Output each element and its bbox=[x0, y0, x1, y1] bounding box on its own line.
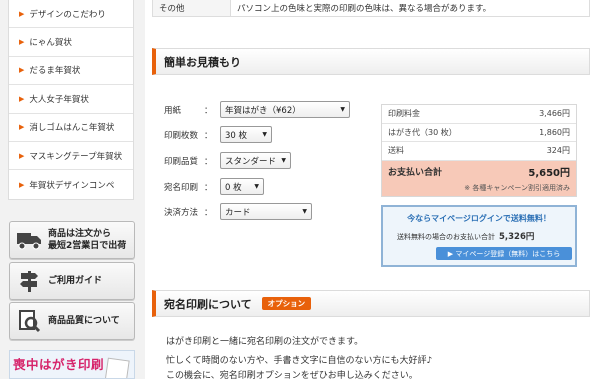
chevron-right-icon: ▶ bbox=[19, 38, 25, 47]
colon: ： bbox=[204, 207, 213, 218]
chevron-right-icon: ▶ bbox=[19, 66, 25, 75]
address-print-label: 宛名印刷 bbox=[164, 182, 199, 193]
sidebar-item-daruma[interactable]: ▶ だるま年賀状 bbox=[9, 57, 133, 86]
main-content: その他 パソコン上の色味と実際の印刷の色味は、異なる場合があります。 簡単お見積… bbox=[150, 0, 600, 379]
summary-label: 送料 bbox=[388, 146, 404, 156]
chevron-right-icon: ▶ bbox=[19, 9, 25, 18]
signpost-icon bbox=[14, 266, 44, 296]
quality-button[interactable]: 商品品質について bbox=[9, 302, 135, 340]
sidebar-item-label: だるま年賀状 bbox=[29, 66, 81, 77]
address-print-select[interactable]: 0 枚 ▼ bbox=[220, 178, 264, 195]
quantity-row: 印刷枚数 ： 30 枚 ▼ bbox=[164, 126, 272, 143]
quantity-label: 印刷枚数 bbox=[164, 130, 199, 141]
payment-select[interactable]: カード ▼ bbox=[220, 203, 312, 220]
chevron-right-icon: ▶ bbox=[19, 151, 25, 160]
summary-value: 1,860円 bbox=[539, 127, 570, 137]
promo-sub-label: 送料無料の場合のお支払い合計 bbox=[397, 233, 495, 241]
sidebar-item-label: にゃん賀状 bbox=[29, 38, 72, 49]
sidebar-item-label: マスキングテープ年賀状 bbox=[29, 151, 123, 162]
estimate-title: 簡単お見積もり bbox=[164, 55, 241, 69]
quality-value: スタンダード bbox=[225, 156, 277, 167]
colon: ： bbox=[204, 182, 213, 193]
summary-row-print: 印刷料金 3,466円 bbox=[382, 105, 576, 124]
paper-label: 用紙 bbox=[164, 105, 182, 116]
caret-down-icon: ▼ bbox=[254, 183, 259, 190]
total-label: お支払い合計 bbox=[388, 168, 443, 178]
paper-select[interactable]: 年賀はがき（¥62） ▼ bbox=[220, 101, 350, 118]
sidebar-item-design[interactable]: ▶ デザインのこだわり bbox=[9, 0, 133, 29]
spec-label: その他 bbox=[153, 0, 231, 16]
quality-label: 商品品質について bbox=[48, 316, 120, 326]
option-badge: オプション bbox=[261, 297, 312, 310]
summary-label: 印刷料金 bbox=[388, 109, 420, 119]
address-print-text-3: この機会に、宛名印刷オプションをぜひお申し込みください。 bbox=[166, 371, 418, 379]
paper-row: 用紙 ： 年賀はがき（¥62） ▼ bbox=[164, 101, 350, 118]
spec-value: パソコン上の色味と実際の印刷の色味は、異なる場合があります。 bbox=[237, 4, 492, 14]
mourning-card-banner[interactable]: 喪中はがき印刷 bbox=[9, 350, 135, 379]
chevron-right-icon: ▶ bbox=[19, 123, 25, 132]
address-print-value: 0 枚 bbox=[225, 182, 242, 193]
address-print-text-2: 忙しくて時間のない方や、手書き文字に自信のない方にも大好評♪ bbox=[166, 356, 433, 366]
estimate-heading: 簡単お見積もり bbox=[152, 48, 590, 75]
price-summary: 印刷料金 3,466円 はがき代（30 枚） 1,860円 送料 324円 お支… bbox=[381, 104, 577, 197]
sidebar-item-nyan[interactable]: ▶ にゃん賀状 bbox=[9, 28, 133, 57]
truck-icon bbox=[14, 225, 44, 255]
sidebar-item-label: 年賀状デザインコンペ bbox=[29, 180, 115, 191]
quantity-select[interactable]: 30 枚 ▼ bbox=[220, 126, 272, 143]
sidebar-item-label: デザインのこだわり bbox=[29, 9, 106, 20]
sidebar-item-label: 消しゴムはんこ年賀状 bbox=[29, 123, 115, 134]
sidebar-item-otona[interactable]: ▶ 大人女子年賀状 bbox=[9, 85, 133, 114]
chevron-right-icon: ▶ bbox=[19, 94, 25, 103]
sidebar: ▶ デザインのこだわり ▶ にゃん賀状 ▶ だるま年賀状 ▶ 大人女子年賀状 ▶ 消しゴム… bbox=[0, 0, 145, 379]
payment-row: 決済方法 ： カード ▼ bbox=[164, 203, 312, 220]
banner-text: 喪中はがき印刷 bbox=[13, 357, 105, 372]
promo-headline: 今ならマイページログインで送料無料！ bbox=[407, 214, 551, 223]
address-print-text-1: はがき印刷と一緒に宛名印刷の注文ができます。 bbox=[166, 337, 364, 347]
user-guide-label: ご利用ガイド bbox=[48, 276, 103, 286]
shipping-info-button[interactable]: 商品は注文から 最短2営業日で出荷 bbox=[9, 221, 135, 259]
mypage-register-button[interactable]: ▶ マイページ登録（無料）はこちら bbox=[436, 247, 572, 260]
spec-row-other: その他 パソコン上の色味と実際の印刷の色味は、異なる場合があります。 bbox=[152, 0, 590, 17]
postcard-image bbox=[104, 357, 130, 378]
sidebar-item-masking[interactable]: ▶ マスキングテープ年賀状 bbox=[9, 142, 133, 171]
caret-down-icon: ▼ bbox=[262, 131, 267, 138]
payment-value: カード bbox=[225, 207, 251, 218]
promo-sub: 送料無料の場合のお支払い合計 5,326円 bbox=[397, 230, 534, 242]
colon: ： bbox=[204, 130, 213, 141]
quantity-value: 30 枚 bbox=[225, 130, 248, 141]
address-print-title: 宛名印刷について bbox=[164, 297, 252, 311]
sidebar-item-compe[interactable]: ▶ 年賀状デザインコンペ bbox=[9, 170, 133, 198]
caret-down-icon: ▼ bbox=[340, 106, 345, 113]
summary-label: はがき代（30 枚） bbox=[388, 127, 457, 137]
caret-down-icon: ▼ bbox=[302, 208, 307, 215]
summary-value: 324円 bbox=[546, 146, 570, 156]
summary-row-shipping: 送料 324円 bbox=[382, 142, 576, 161]
address-print-row: 宛名印刷 ： 0 枚 ▼ bbox=[164, 178, 264, 195]
sidebar-item-label: 大人女子年賀状 bbox=[29, 94, 89, 105]
summary-row-postcard: はがき代（30 枚） 1,860円 bbox=[382, 124, 576, 142]
magnifier-icon bbox=[14, 306, 44, 336]
promo-sub-value: 5,326円 bbox=[499, 232, 535, 242]
colon: ： bbox=[204, 105, 213, 116]
payment-label: 決済方法 bbox=[164, 207, 199, 218]
address-print-heading: 宛名印刷について オプション bbox=[152, 290, 590, 317]
total-value: 5,650円 bbox=[528, 168, 570, 179]
user-guide-button[interactable]: ご利用ガイド bbox=[9, 262, 135, 300]
quality-row: 印刷品質 ： スタンダード ▼ bbox=[164, 152, 291, 169]
summary-total: お支払い合計 5,650円 bbox=[382, 160, 576, 183]
quality-select[interactable]: スタンダード ▼ bbox=[220, 152, 291, 169]
mypage-promo: 今ならマイページログインで送料無料！ 送料無料の場合のお支払い合計 5,326円 … bbox=[381, 205, 577, 267]
shipping-info-label: 商品は注文から 最短2営業日で出荷 bbox=[48, 229, 127, 251]
sidebar-item-hanko[interactable]: ▶ 消しゴムはんこ年賀状 bbox=[9, 114, 133, 142]
summary-value: 3,466円 bbox=[539, 109, 570, 119]
sidebar-menu: ▶ デザインのこだわり ▶ にゃん賀状 ▶ だるま年賀状 ▶ 大人女子年賀状 ▶ 消しゴム… bbox=[8, 0, 134, 200]
caret-down-icon: ▼ bbox=[281, 157, 286, 164]
chevron-right-icon: ▶ bbox=[19, 180, 25, 189]
quality-label: 印刷品質 bbox=[164, 156, 199, 167]
paper-value: 年賀はがき（¥62） bbox=[225, 105, 301, 116]
colon: ： bbox=[204, 156, 213, 167]
discount-note: ※ 各種キャンペーン割引適用済み bbox=[382, 182, 576, 196]
